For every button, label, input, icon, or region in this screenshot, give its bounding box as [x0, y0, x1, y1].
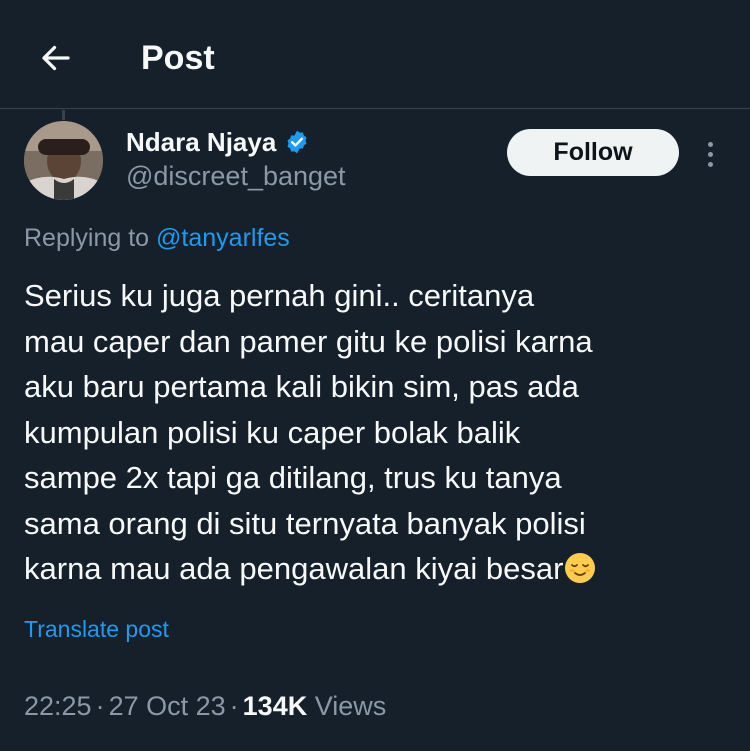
post-text-line: sampe 2x tapi ga ditilang, trus ku tanya	[24, 460, 562, 495]
more-vertical-icon	[707, 141, 713, 147]
views-label: Views	[314, 691, 387, 721]
arrow-left-icon	[42, 45, 70, 71]
post-text: Serius ku juga pernah gini.. ceritanya m…	[24, 273, 724, 592]
follow-button[interactable]: Follow	[507, 129, 679, 176]
top-bar: Post	[0, 0, 750, 109]
author-display-name[interactable]: Ndara Njaya	[126, 127, 276, 158]
meta-separator: ·	[229, 691, 239, 721]
post-text-line: mau caper dan pamer gitu ke polisi karna	[24, 323, 593, 359]
post-text-line: karna mau ada pengawalan kiyai besar	[24, 551, 564, 586]
post-text-line-last: karna mau ada pengawalan kiyai besar	[24, 546, 724, 592]
author-handle[interactable]: @discreet_banget	[126, 158, 346, 194]
more-options-button[interactable]	[700, 136, 720, 172]
avatar[interactable]	[24, 121, 103, 200]
page-title: Post	[141, 39, 215, 77]
post-time[interactable]: 22:25	[24, 691, 92, 721]
profile-photo	[24, 121, 103, 200]
reply-mention-link[interactable]: @tanyarlfes	[156, 224, 290, 252]
relieved-face-emoji	[565, 553, 596, 583]
post-text-line: aku baru pertama kali bikin sim, pas ada	[24, 369, 579, 404]
reply-context: Replying to @tanyarlfes	[24, 220, 290, 256]
meta-separator: ·	[95, 691, 105, 721]
back-button[interactable]	[34, 36, 78, 80]
post-text-line: Serius ku juga pernah gini.. ceritanya	[24, 278, 535, 313]
verified-badge-icon	[284, 129, 310, 155]
thread-connector-line	[62, 110, 65, 120]
translate-post-link[interactable]: Translate post	[24, 613, 169, 645]
reply-prefix: Replying to	[24, 224, 157, 252]
post-text-line: sama orang di situ ternyata banyak polis…	[24, 505, 586, 541]
post-date[interactable]: 27 Oct 23	[109, 691, 226, 721]
views-count: 134K	[242, 691, 308, 721]
author-name-row: Ndara Njaya	[126, 124, 310, 160]
post-metadata: 22:25 · 27 Oct 23 · 134K Views	[24, 688, 386, 724]
post-text-line: kumpulan polisi ku caper bolak balik	[24, 414, 521, 450]
